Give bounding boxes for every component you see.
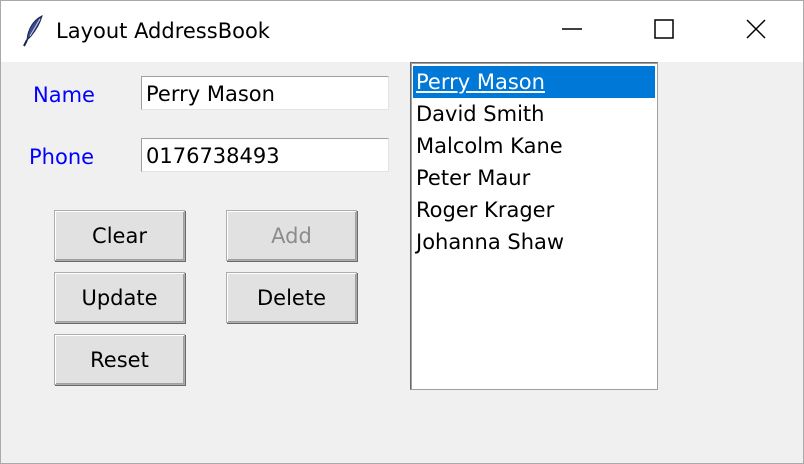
name-label: Name	[33, 83, 95, 107]
list-item[interactable]: Roger Krager	[413, 194, 655, 226]
name-field[interactable]: Perry Mason	[141, 76, 389, 110]
maximize-icon	[653, 18, 675, 44]
close-icon	[745, 18, 767, 44]
delete-button[interactable]: Delete	[226, 272, 357, 323]
contact-listbox[interactable]: Perry Mason David Smith Malcolm Kane Pet…	[410, 62, 658, 390]
clear-button[interactable]: Clear	[54, 210, 185, 261]
maximize-button[interactable]	[618, 0, 710, 62]
feather-icon	[22, 14, 46, 48]
list-item[interactable]: David Smith	[413, 98, 655, 130]
window-title: Layout AddressBook	[56, 19, 270, 43]
update-button[interactable]: Update	[54, 272, 185, 323]
minimize-button[interactable]	[526, 0, 618, 62]
reset-button[interactable]: Reset	[54, 334, 185, 385]
minimize-icon	[561, 18, 583, 44]
phone-field[interactable]: 0176738493	[141, 138, 389, 172]
close-button[interactable]	[710, 0, 802, 62]
phone-label: Phone	[29, 145, 95, 169]
list-item[interactable]: Malcolm Kane	[413, 130, 655, 162]
add-button[interactable]: Add	[226, 210, 357, 261]
title-bar[interactable]: Layout AddressBook	[0, 0, 804, 62]
list-item[interactable]: Johanna Shaw	[413, 226, 655, 258]
list-item[interactable]: Peter Maur	[413, 162, 655, 194]
list-item[interactable]: Perry Mason	[413, 66, 655, 98]
